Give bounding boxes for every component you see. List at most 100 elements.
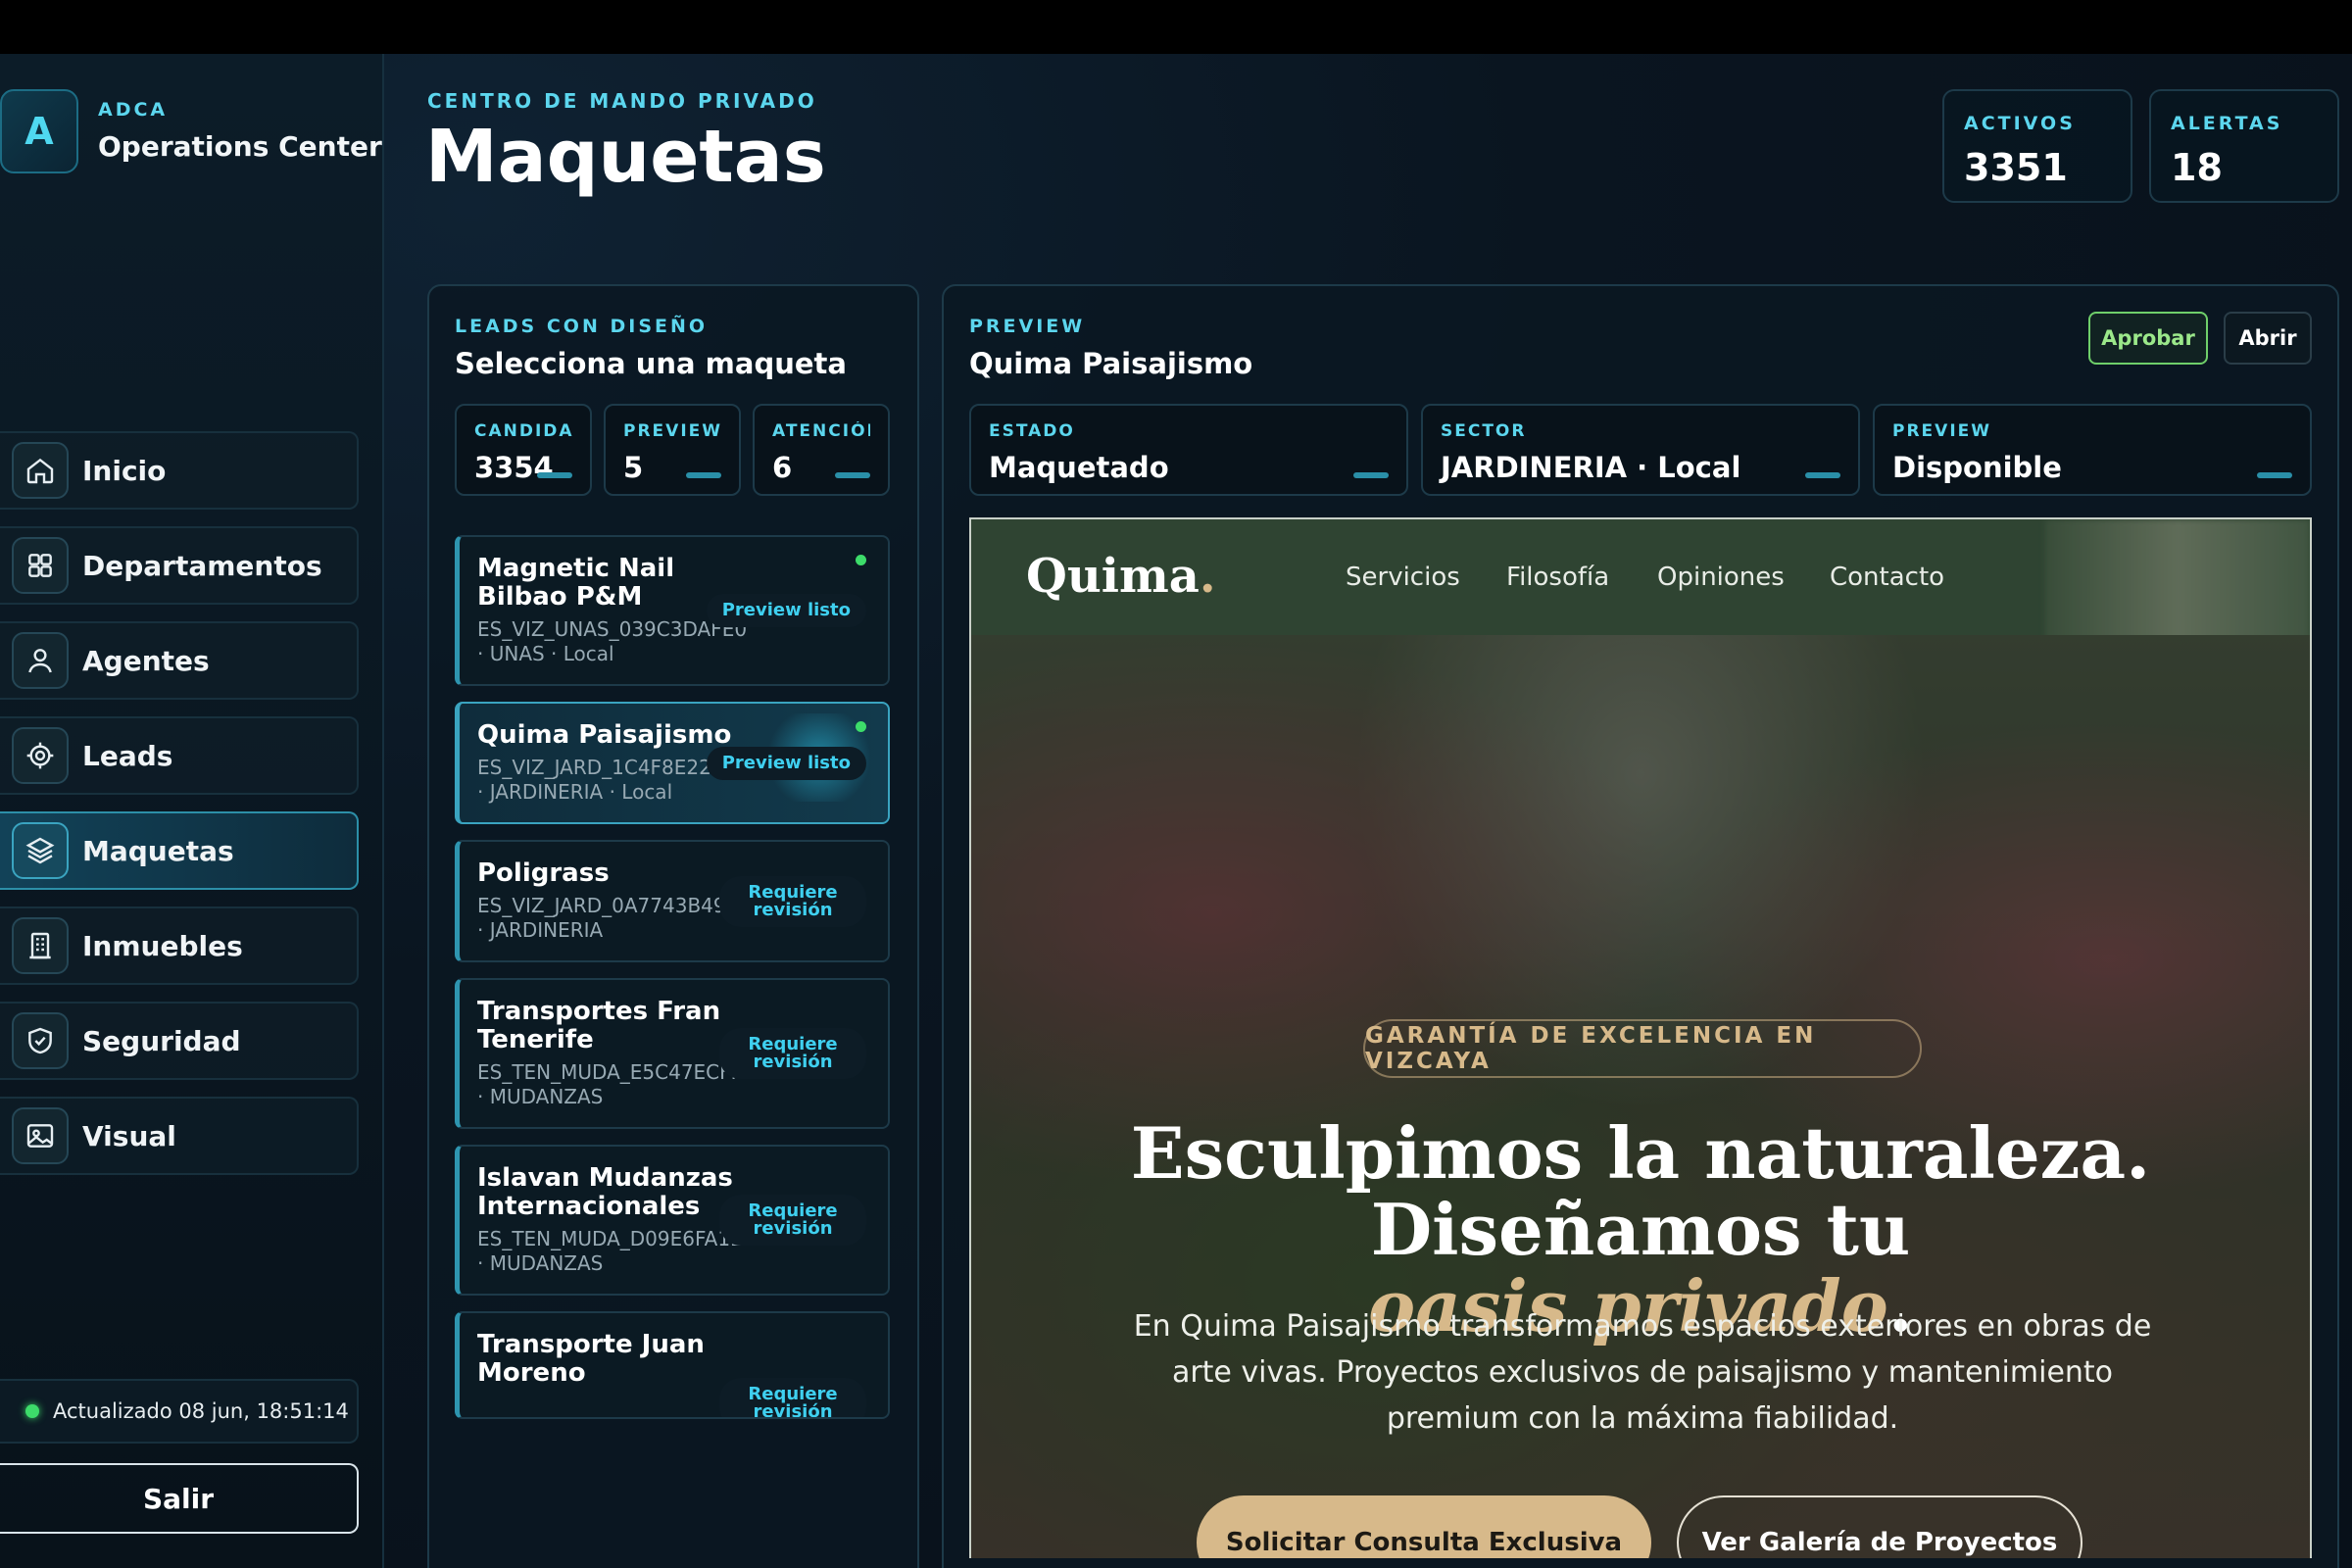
grid-icon: [12, 537, 69, 594]
hero-headline-text: Esculpimos la naturaleza. Diseñamos tu: [1130, 1111, 2151, 1271]
website-preview[interactable]: Quima. Servicios Filosofía Opiniones Con…: [969, 517, 2312, 1558]
home-icon: [12, 442, 69, 499]
mini-stat-bar: [2257, 472, 2292, 478]
preview-kicker: PREVIEW: [969, 316, 1086, 337]
brand-subtitle: ADCA: [98, 99, 169, 121]
lead-name: Magnetic Nail Bilbao P&M: [477, 554, 675, 612]
mini-stat-label: ESTADO: [989, 421, 1075, 441]
sidebar: A ADCA Operations Center Inicio Departam…: [0, 54, 384, 1568]
mini-stat-value: Maquetado: [989, 451, 1169, 484]
mini-stat-value: 3354: [474, 451, 554, 484]
sidebar-item-leads[interactable]: Leads: [0, 716, 359, 795]
preview-stat-estado: ESTADO Maquetado: [969, 404, 1408, 496]
sidebar-item-label: Seguridad: [82, 1024, 241, 1057]
lead-code: ES_TEN_MUDA_D09E6FA1EB: [477, 1227, 757, 1250]
sidebar-item-maquetas[interactable]: Maquetas: [0, 811, 359, 890]
shield-icon: [12, 1012, 69, 1069]
image-icon: [12, 1107, 69, 1164]
sidebar-item-label: Maquetas: [82, 834, 234, 867]
lead-tags: · UNAS · Local: [477, 642, 614, 665]
sidebar-item-label: Agentes: [82, 644, 210, 677]
status-dot-icon: [856, 721, 866, 732]
lead-name: Poligrass: [477, 858, 610, 888]
status-dot-icon: [856, 555, 866, 565]
mini-stat-value: 5: [623, 451, 644, 484]
lead-card[interactable]: Magnetic Nail Bilbao P&M ES_VIZ_UNAS_039…: [455, 535, 890, 686]
page-title: Maquetas: [425, 115, 826, 199]
preview-stat-sector: SECTOR JARDINERIA · Local: [1421, 404, 1860, 496]
stat-alertas: ALERTAS 18: [2149, 89, 2339, 203]
mini-stat-bar: [537, 472, 572, 478]
logout-button[interactable]: Salir: [0, 1463, 359, 1534]
page-kicker: CENTRO DE MANDO PRIVADO: [427, 89, 817, 113]
site-logo[interactable]: Quima.: [1026, 549, 1216, 604]
lead-tags: · JARDINERIA: [477, 918, 604, 942]
building-icon: [12, 917, 69, 974]
sidebar-item-label: Inicio: [82, 454, 167, 487]
lead-name: Islavan Mudanzas Internacionales: [477, 1163, 733, 1221]
mini-stat-label: CANDIDATOS: [474, 421, 572, 441]
sidebar-item-label: Departamentos: [82, 549, 322, 582]
sidebar-item-inmuebles[interactable]: Inmuebles: [0, 906, 359, 985]
status-badge: Requiere revisión: [719, 875, 866, 927]
preview-title: Quima Paisajismo: [969, 347, 1253, 380]
mini-stat-atencion: ATENCIÓN 6: [753, 404, 890, 496]
cta-consulta-button[interactable]: Solicitar Consulta Exclusiva: [1197, 1495, 1651, 1558]
preview-stat-disponible: PREVIEW Disponible: [1873, 404, 2312, 496]
user-icon: [12, 632, 69, 689]
stat-label: ALERTAS: [2171, 113, 2283, 134]
sidebar-item-visual[interactable]: Visual: [0, 1097, 359, 1175]
mini-stat-value: Disponible: [1892, 451, 2062, 484]
cta-galeria-button[interactable]: Ver Galería de Proyectos: [1677, 1495, 2082, 1558]
lead-name: Transportes Fran Tenerife: [477, 997, 721, 1054]
site-nav-filosofia[interactable]: Filosofía: [1506, 563, 1609, 592]
mini-stat-candidatos: CANDIDATOS 3354: [455, 404, 592, 496]
lead-name: Transporte Juan Moreno: [477, 1330, 705, 1388]
hero-tagline: GARANTÍA DE EXCELENCIA EN VIZCAYA: [1363, 1019, 1922, 1078]
app-window: A ADCA Operations Center Inicio Departam…: [0, 54, 2352, 1568]
mini-stat-value: 6: [772, 451, 793, 484]
lead-card[interactable]: Transportes Fran Tenerife ES_TEN_MUDA_E5…: [455, 978, 890, 1129]
mini-stat-bar: [835, 472, 870, 478]
stat-label: ACTIVOS: [1964, 113, 2076, 134]
leads-list[interactable]: Magnetic Nail Bilbao P&M ES_VIZ_UNAS_039…: [455, 535, 890, 1435]
site-nav-opiniones[interactable]: Opiniones: [1657, 563, 1785, 592]
status-badge: Preview listo: [706, 594, 866, 627]
layers-icon: [12, 822, 69, 879]
lead-tags: · JARDINERIA · Local: [477, 780, 673, 804]
status-badge: Requiere revisión: [719, 1378, 866, 1417]
site-hero: GARANTÍA DE EXCELENCIA EN VIZCAYA Esculp…: [971, 635, 2310, 1558]
mini-stat-label: PREVIEW: [1892, 421, 1992, 441]
stat-value: 18: [2171, 146, 2223, 189]
site-navbar: Quima. Servicios Filosofía Opiniones Con…: [971, 519, 2310, 696]
online-dot-icon: [25, 1404, 39, 1418]
lead-card[interactable]: Poligrass ES_VIZ_JARD_0A7743B494 · JARDI…: [455, 840, 890, 962]
lead-card[interactable]: Transporte Juan Moreno Requiere revisión: [455, 1311, 890, 1419]
sidebar-item-seguridad[interactable]: Seguridad: [0, 1002, 359, 1080]
lead-tags: · MUDANZAS: [477, 1085, 604, 1108]
mini-stat-bar: [686, 472, 721, 478]
leads-panel: LEADS CON DISEÑO Selecciona una maqueta …: [427, 284, 919, 1568]
lead-code: ES_TEN_MUDA_E5C47ECFF1: [477, 1060, 755, 1084]
lead-tags: · MUDANZAS: [477, 1251, 604, 1275]
lead-card[interactable]: Islavan Mudanzas Internacionales ES_TEN_…: [455, 1145, 890, 1296]
brand-title: Operations Center: [98, 130, 382, 163]
sync-status: Actualizado 08 jun, 18:51:14: [0, 1379, 359, 1444]
sidebar-item-departamentos[interactable]: Departamentos: [0, 526, 359, 605]
sidebar-item-inicio[interactable]: Inicio: [0, 431, 359, 510]
mini-stat-label: PREVIEW: [623, 421, 721, 441]
lead-name: Quima Paisajismo: [477, 720, 732, 750]
open-button[interactable]: Abrir: [2224, 312, 2312, 365]
sidebar-item-label: Inmuebles: [82, 929, 243, 962]
approve-button[interactable]: Aprobar: [2088, 312, 2208, 365]
sidebar-item-agentes[interactable]: Agentes: [0, 621, 359, 700]
mini-stat-preview: PREVIEW 5: [604, 404, 741, 496]
mini-stat-bar: [1353, 472, 1389, 478]
stat-value: 3351: [1964, 146, 2068, 189]
stat-activos: ACTIVOS 3351: [1942, 89, 2132, 203]
sidebar-item-label: Leads: [82, 739, 173, 772]
site-nav-contacto[interactable]: Contacto: [1830, 563, 1944, 592]
hero-lead: En Quima Paisajismo transformamos espaci…: [1133, 1309, 2152, 1436]
lead-card-selected[interactable]: Quima Paisajismo ES_VIZ_JARD_1C4F8E220 ·…: [455, 702, 890, 824]
site-nav-servicios[interactable]: Servicios: [1346, 563, 1460, 592]
